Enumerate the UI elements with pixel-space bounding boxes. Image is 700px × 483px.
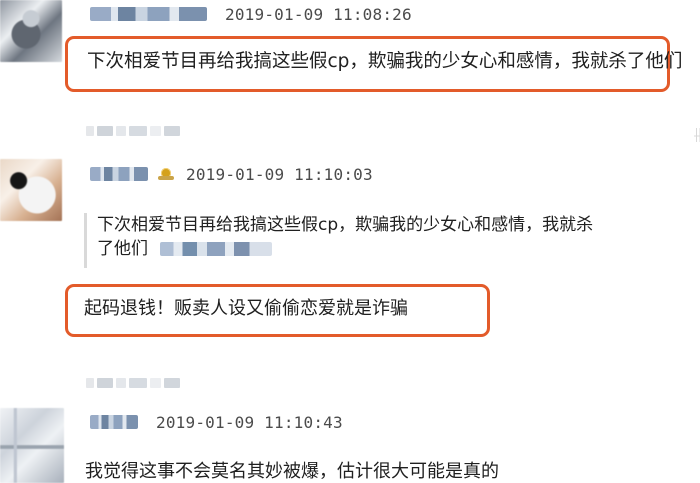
comment-header: 2019-01-09 11:10:03 bbox=[90, 164, 373, 184]
edge-icon bbox=[692, 127, 700, 143]
action-icon[interactable] bbox=[116, 378, 126, 388]
comment-header: 2019-01-09 11:08:26 bbox=[90, 4, 412, 24]
comment-actions-blurred[interactable] bbox=[86, 121, 196, 141]
action-icon[interactable] bbox=[164, 126, 180, 136]
action-icon[interactable] bbox=[86, 126, 94, 136]
action-icon[interactable] bbox=[116, 126, 126, 136]
username-blurred[interactable] bbox=[90, 167, 148, 181]
quoted-comment: 下次相爱节目再给我搞这些假cp，欺骗我的少女心和感情，我就杀 了他们 bbox=[84, 213, 594, 268]
comment-timestamp: 2019-01-09 11:10:03 bbox=[186, 164, 373, 184]
comment-timestamp: 2019-01-09 11:08:26 bbox=[225, 4, 412, 24]
quote-line-text: 了他们 bbox=[97, 239, 148, 259]
action-icon[interactable] bbox=[150, 126, 161, 136]
quoted-username-blurred[interactable] bbox=[160, 242, 272, 256]
comment-timestamp: 2019-01-09 11:10:43 bbox=[156, 412, 343, 432]
username-blurred[interactable] bbox=[90, 7, 207, 21]
username-blurred[interactable] bbox=[90, 415, 138, 429]
comment-header: 2019-01-09 11:10:43 bbox=[90, 412, 343, 432]
comment-thread: 2019-01-09 11:08:26 下次相爱节目再给我搞这些假cp，欺骗我的… bbox=[0, 0, 700, 483]
quote-line: 了他们 bbox=[97, 237, 514, 261]
action-icon[interactable] bbox=[150, 378, 161, 388]
action-icon[interactable] bbox=[129, 126, 147, 136]
comment-text: 起码退钱！贩卖人设又偷偷恋爱就是诈骗 bbox=[84, 298, 408, 319]
action-icon[interactable] bbox=[86, 378, 94, 388]
action-icon[interactable] bbox=[97, 378, 113, 388]
avatar[interactable] bbox=[0, 0, 62, 62]
action-icon[interactable] bbox=[164, 378, 180, 388]
action-icon[interactable] bbox=[97, 126, 113, 136]
action-icon[interactable] bbox=[129, 378, 147, 388]
comment-actions-blurred[interactable] bbox=[86, 373, 196, 393]
crown-icon bbox=[156, 166, 176, 182]
avatar[interactable] bbox=[0, 408, 64, 483]
comment-text: 我觉得这事不会莫名其妙被爆，估计很大可能是真的 bbox=[85, 461, 499, 482]
avatar[interactable] bbox=[0, 159, 62, 221]
comment-text: 下次相爱节目再给我搞这些假cp，欺骗我的少女心和感情，我就杀了他们 bbox=[87, 51, 683, 72]
quote-line: 下次相爱节目再给我搞这些假cp，欺骗我的少女心和感情，我就杀 bbox=[97, 215, 594, 235]
